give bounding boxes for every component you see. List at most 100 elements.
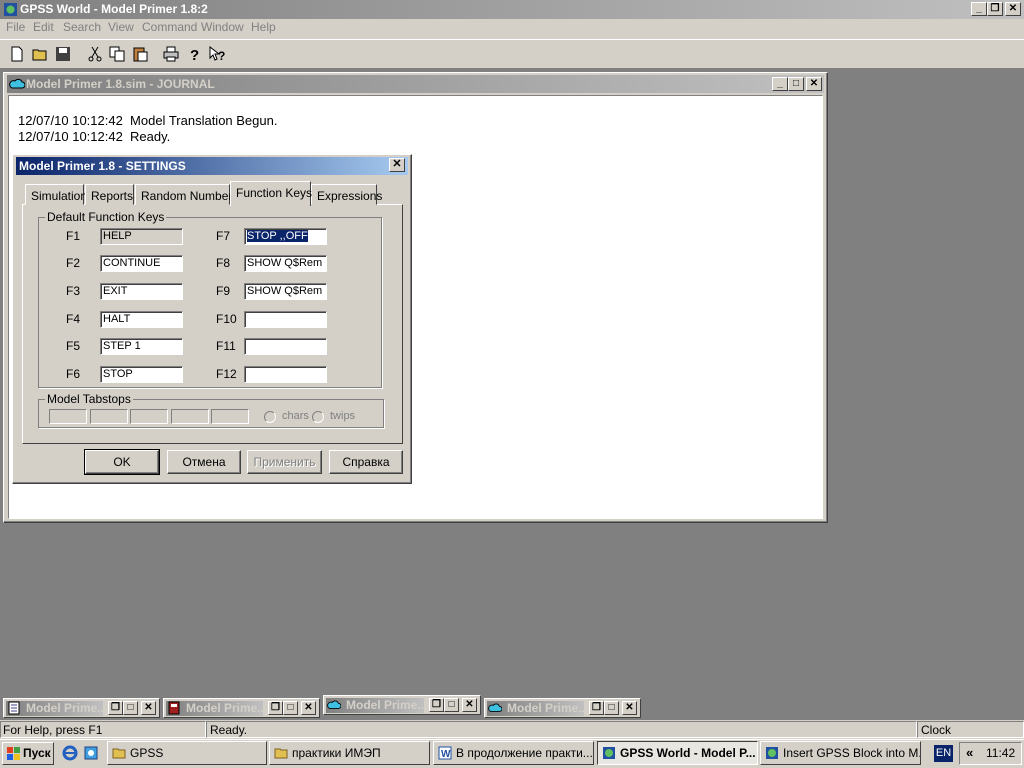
maximize-button[interactable]: □ <box>604 701 619 715</box>
start-button[interactable]: Пуск <box>2 742 54 765</box>
menu-file[interactable]: File <box>6 20 25 34</box>
new-file-icon <box>11 46 23 62</box>
tab-function-keys[interactable]: Function Keys <box>230 181 312 206</box>
minimized-window[interactable]: Model Prime... ❐ □ ✕ <box>3 698 160 718</box>
save-icon <box>56 47 70 61</box>
new-file-button[interactable] <box>6 43 28 65</box>
restore-button[interactable]: ❐ <box>589 701 604 715</box>
tabstop-field[interactable] <box>49 409 87 424</box>
fkey-input-f10[interactable] <box>244 311 327 328</box>
fkey-input-f9[interactable]: SHOW Q$Rem <box>244 283 327 300</box>
minimized-window[interactable]: Model Prime... ❐ □ ✕ <box>323 695 481 715</box>
taskbar-item-label: GPSS World - Model P... <box>620 746 756 760</box>
status-state: Ready. <box>206 721 917 738</box>
fkey-input-f12[interactable] <box>244 366 327 383</box>
tab-expressions[interactable]: Expressions <box>311 184 382 205</box>
tab-simulation[interactable]: Simulation <box>25 184 87 205</box>
maximize-button[interactable]: □ <box>444 698 459 712</box>
taskbar-item[interactable]: Insert GPSS Block into M... <box>760 741 921 765</box>
app-restore-button[interactable]: ❐ <box>987 2 1003 16</box>
word-doc-icon: W <box>438 746 452 760</box>
close-button[interactable]: ✕ <box>462 698 477 712</box>
menu-view[interactable]: View <box>108 20 134 34</box>
menu-window[interactable]: Window <box>201 20 244 34</box>
tab-reports[interactable]: Reports <box>85 184 134 205</box>
menu-help[interactable]: Help <box>251 20 276 34</box>
cancel-button[interactable]: Отмена <box>167 450 241 474</box>
copy-icon <box>109 46 125 62</box>
menu-search[interactable]: Search <box>63 20 101 34</box>
taskbar-item-label: В продолжение практи... <box>456 746 593 760</box>
fkey-label-f1: F1 <box>66 229 81 243</box>
journal-titlebar: Model Primer 1.8.sim - JOURNAL _ □ ✕ <box>7 75 824 93</box>
close-button[interactable]: ✕ <box>141 701 156 715</box>
close-button[interactable]: ✕ <box>301 701 316 715</box>
clock: 11:42 <box>986 746 1016 760</box>
print-button[interactable] <box>160 43 182 65</box>
open-folder-icon <box>32 49 47 61</box>
settings-close-button[interactable]: ✕ <box>389 158 405 172</box>
fkey-input-f11[interactable] <box>244 338 327 355</box>
ie-icon[interactable] <box>62 745 78 761</box>
restore-button[interactable]: ❐ <box>268 701 283 715</box>
menu-command[interactable]: Command <box>142 20 197 34</box>
tabstop-field[interactable] <box>90 409 128 424</box>
fkey-input-f5[interactable]: STEP 1 <box>100 338 183 355</box>
gpss-app-icon <box>4 3 17 16</box>
copy-button[interactable] <box>106 43 128 65</box>
app-minimize-button[interactable]: _ <box>971 2 987 16</box>
ok-button[interactable]: OK <box>84 449 160 475</box>
minimized-window[interactable]: Model Prime... ❐ □ ✕ <box>484 698 641 718</box>
radio-twips[interactable] <box>312 411 324 423</box>
save-button[interactable] <box>52 43 74 65</box>
cut-button[interactable] <box>84 43 106 65</box>
fkey-input-f4[interactable]: HALT <box>100 311 183 328</box>
minimized-window[interactable]: Model Prime... ❐ □ ✕ <box>163 698 320 718</box>
radio-chars[interactable] <box>264 411 276 423</box>
language-indicator[interactable]: EN <box>934 745 953 762</box>
journal-close-button[interactable]: ✕ <box>806 77 822 91</box>
journal-minimize-button[interactable]: _ <box>772 77 788 91</box>
group-tabstops-label: Model Tabstops <box>45 392 133 406</box>
close-button[interactable]: ✕ <box>622 701 637 715</box>
taskbar-item-label: практики ИМЭП <box>292 746 381 760</box>
fkey-input-f6[interactable]: STOP <box>100 366 183 383</box>
restore-button[interactable]: ❐ <box>108 701 123 715</box>
fkey-input-f8[interactable]: SHOW Q$Rem <box>244 255 327 272</box>
tabstop-field[interactable] <box>171 409 209 424</box>
taskbar-item[interactable]: W В продолжение практи... <box>433 741 594 765</box>
journal-maximize-button[interactable]: □ <box>788 77 804 91</box>
app-close-button[interactable]: ✕ <box>1005 2 1021 16</box>
taskbar-item[interactable]: GPSS <box>107 741 267 765</box>
fkey-input-f7[interactable]: STOP ,,OFF <box>244 228 327 245</box>
fkey-label-f10: F10 <box>216 312 237 326</box>
windows-logo-icon <box>7 747 20 760</box>
tab-random-numbers[interactable]: Random Numbers <box>135 184 238 205</box>
fkey-label-f7: F7 <box>216 229 231 243</box>
fkey-input-f2[interactable]: CONTINUE <box>100 255 183 272</box>
svg-text:?: ? <box>190 47 199 62</box>
taskbar-item-active[interactable]: GPSS World - Model P... <box>597 741 758 765</box>
apply-button[interactable]: Применить <box>247 450 322 474</box>
radio-twips-label: twips <box>330 410 356 422</box>
help-dialog-button[interactable]: Справка <box>329 450 403 474</box>
maximize-button[interactable]: □ <box>123 701 138 715</box>
context-help-button[interactable]: ? <box>206 43 228 65</box>
fkey-input-f1[interactable]: HELP <box>100 228 183 245</box>
tabstop-field[interactable] <box>130 409 168 424</box>
maximize-button[interactable]: □ <box>283 701 298 715</box>
tray-expand-chevron[interactable]: « <box>966 745 973 760</box>
paste-button[interactable] <box>129 43 151 65</box>
taskbar-item-label: Insert GPSS Block into M... <box>783 746 921 760</box>
tabstop-field[interactable] <box>211 409 249 424</box>
quicklaunch-icon[interactable] <box>83 745 99 761</box>
fkey-label-f5: F5 <box>66 339 81 353</box>
fkey-input-f3[interactable]: EXIT <box>100 283 183 300</box>
open-button[interactable] <box>29 43 51 65</box>
help-button[interactable]: ? <box>183 43 205 65</box>
app-title: GPSS World - Model Primer 1.8:2 <box>20 2 208 16</box>
radio-chars-label: chars <box>282 410 309 422</box>
taskbar-item[interactable]: практики ИМЭП <box>269 741 430 765</box>
menu-edit[interactable]: Edit <box>33 20 54 34</box>
restore-button[interactable]: ❐ <box>429 698 444 712</box>
